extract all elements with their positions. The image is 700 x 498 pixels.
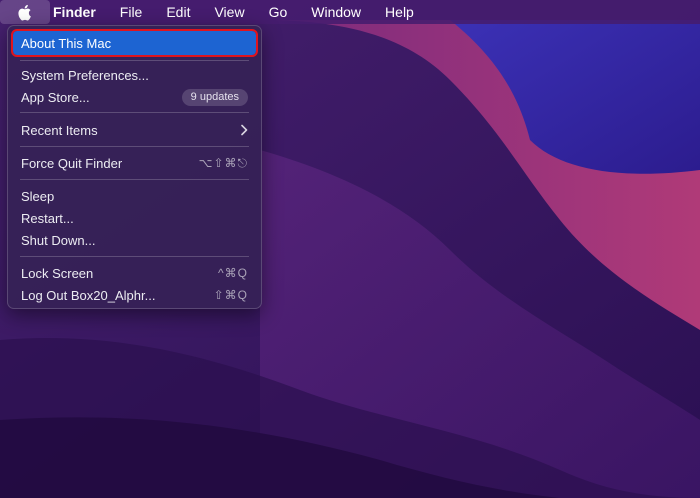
menu-help[interactable]: Help xyxy=(373,0,426,24)
menu-item-restart[interactable]: Restart... xyxy=(13,207,256,229)
menu-bar: Finder File Edit View Go Window Help xyxy=(0,0,700,24)
menu-item-sleep[interactable]: Sleep xyxy=(13,185,256,207)
menu-edit[interactable]: Edit xyxy=(154,0,202,24)
lock-screen-shortcut: ^⌘Q xyxy=(218,266,248,280)
menu-separator xyxy=(20,179,249,180)
menu-finder[interactable]: Finder xyxy=(50,0,108,24)
menu-item-force-quit[interactable]: Force Quit Finder ⌥⇧⌘⎋ xyxy=(13,152,256,174)
apple-logo-icon[interactable] xyxy=(0,0,50,24)
menu-item-label: App Store... xyxy=(21,89,90,105)
menu-item-recent-items[interactable]: Recent Items xyxy=(13,119,256,141)
menu-item-app-store[interactable]: App Store... 9 updates xyxy=(13,86,256,108)
menu-file[interactable]: File xyxy=(108,0,155,24)
menu-separator xyxy=(20,60,249,61)
menu-item-lock-screen[interactable]: Lock Screen ^⌘Q xyxy=(13,262,256,284)
desktop: Finder File Edit View Go Window Help Abo… xyxy=(0,0,700,498)
menu-item-label: Restart... xyxy=(21,210,74,226)
menu-item-about-this-mac[interactable]: About This Mac xyxy=(11,29,258,57)
menu-view[interactable]: View xyxy=(202,0,256,24)
menu-item-label: System Preferences... xyxy=(21,67,149,83)
log-out-shortcut: ⇧⌘Q xyxy=(213,288,248,302)
menu-item-system-preferences[interactable]: System Preferences... xyxy=(13,64,256,86)
menu-item-label: Force Quit Finder xyxy=(21,155,123,171)
updates-badge: 9 updates xyxy=(181,88,248,106)
apple-menu-dropdown: About This Mac System Preferences... App… xyxy=(7,25,262,309)
menu-separator xyxy=(20,112,249,113)
menu-item-label: Shut Down... xyxy=(21,232,96,248)
chevron-right-icon xyxy=(241,124,248,136)
menu-item-label: Log Out Box20_Alphr... xyxy=(21,287,156,303)
menu-window[interactable]: Window xyxy=(299,0,373,24)
menu-item-label: Sleep xyxy=(21,188,55,204)
menu-item-label: Lock Screen xyxy=(21,265,94,281)
menu-item-label: About This Mac xyxy=(21,35,112,51)
menu-item-shut-down[interactable]: Shut Down... xyxy=(13,229,256,251)
menu-item-label: Recent Items xyxy=(21,122,98,138)
menu-go[interactable]: Go xyxy=(257,0,300,24)
menu-separator xyxy=(20,256,249,257)
menu-item-log-out[interactable]: Log Out Box20_Alphr... ⇧⌘Q xyxy=(13,284,256,306)
menu-separator xyxy=(20,146,249,147)
force-quit-shortcut: ⌥⇧⌘⎋ xyxy=(198,155,248,170)
